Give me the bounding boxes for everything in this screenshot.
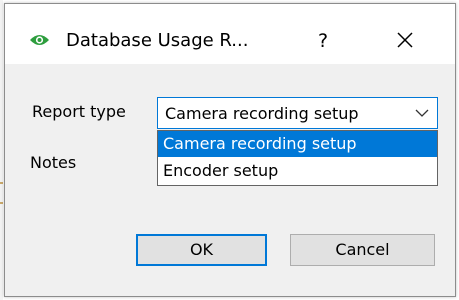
ok-button[interactable]: OK [136,234,267,266]
report-type-label: Report type [32,102,126,121]
notes-label: Notes [30,153,77,172]
option-camera-recording-setup[interactable]: Camera recording setup [158,131,437,157]
chevron-down-icon [415,109,429,117]
report-type-select[interactable]: Camera recording setup [157,97,438,129]
report-type-options-list: Camera recording setup Encoder setup [157,130,438,186]
dialog-title: Database Usage R... [66,30,249,51]
close-icon [397,32,413,48]
screen: Database Usage R... ? Report type Notes … [0,0,459,300]
close-button[interactable] [385,22,425,58]
database-usage-report-dialog: Database Usage R... ? Report type Notes … [4,3,456,297]
help-button[interactable]: ? [303,24,343,58]
report-type-selected-value: Camera recording setup [165,104,359,123]
eye-icon [30,35,49,45]
option-encoder-setup[interactable]: Encoder setup [158,158,437,184]
title-bar[interactable]: Database Usage R... ? [5,4,455,64]
background-artifact [0,182,3,184]
cancel-button[interactable]: Cancel [290,234,435,266]
background-window-edge [0,0,3,300]
background-artifact [0,202,3,204]
